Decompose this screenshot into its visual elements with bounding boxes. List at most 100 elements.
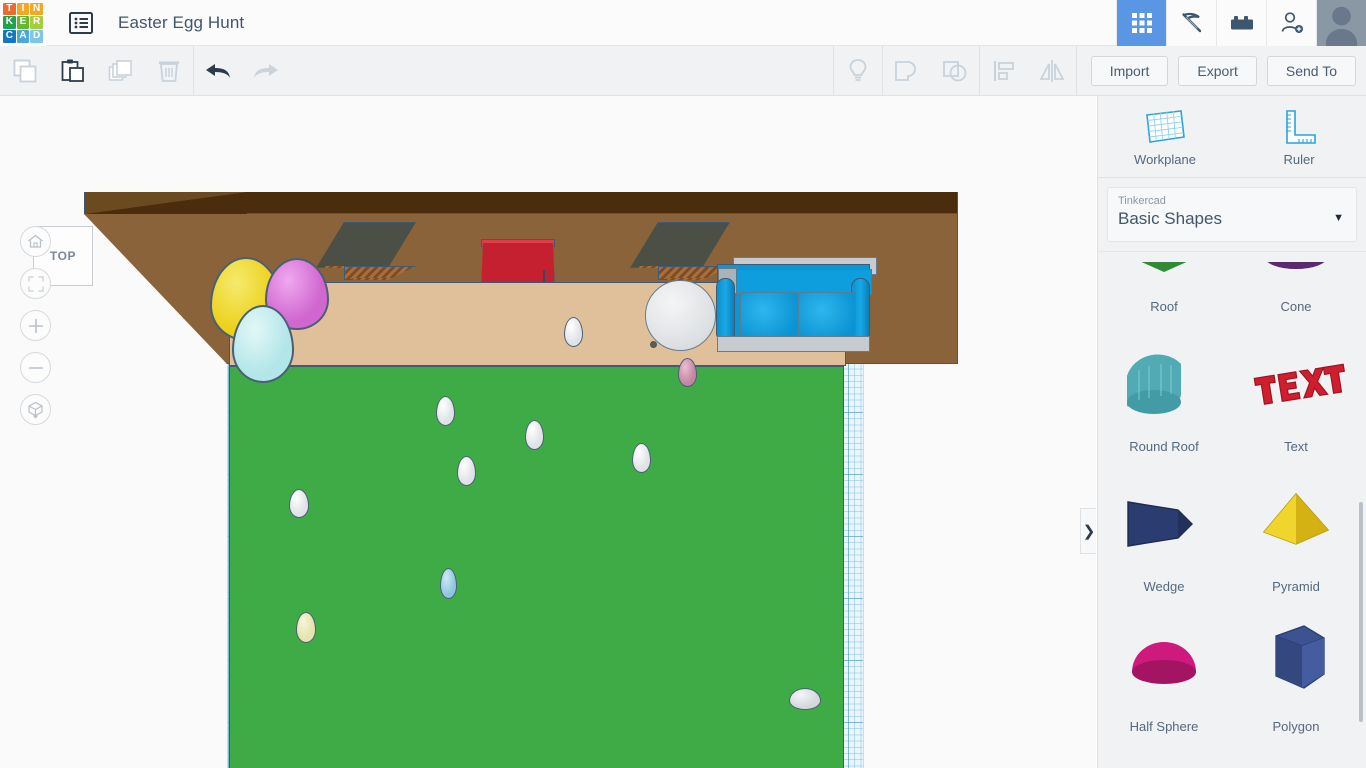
top-bar-right-icons — [1116, 0, 1366, 46]
shape-roof-icon — [1104, 262, 1224, 299]
shape-text[interactable]: Text — [1236, 324, 1356, 464]
egg-white-6[interactable] — [289, 489, 309, 518]
panel-tools-row: Workplane Ruler — [1098, 96, 1366, 178]
workplane-tool[interactable]: Workplane — [1098, 96, 1232, 177]
export-button[interactable]: Export — [1178, 55, 1257, 86]
copy-button[interactable] — [1, 46, 49, 96]
logo-letter: A — [16, 29, 30, 43]
logo-letter: T — [3, 2, 16, 16]
shape-round-roof[interactable]: Round Roof — [1104, 324, 1224, 464]
clipboard-group — [1, 46, 193, 96]
egg-white-2[interactable] — [436, 396, 455, 426]
apps-grid-icon[interactable] — [1116, 0, 1166, 46]
hint-lightbulb-icon[interactable] — [834, 46, 882, 96]
egg-white-3[interactable] — [525, 420, 544, 450]
sofa-base — [717, 336, 870, 352]
sofa-arm-left — [716, 278, 735, 342]
shape-library-dropdown[interactable]: Tinkercad Basic Shapes ▼ — [1107, 187, 1357, 242]
panel-divider — [1098, 251, 1366, 252]
egg-pink-1[interactable] — [678, 358, 697, 387]
user-avatar-icon[interactable] — [1316, 0, 1366, 46]
hint-group — [834, 46, 882, 96]
shape-pyramid-icon — [1236, 464, 1356, 579]
paste-button[interactable] — [49, 46, 97, 96]
ruler-tool-label: Ruler — [1283, 151, 1315, 167]
shape-text-label: Text — [1284, 439, 1308, 454]
logo-letter: R — [30, 16, 43, 29]
egg-flat-1[interactable] — [789, 688, 821, 710]
tinkercad-logo[interactable]: T I N K E R C A D — [0, 0, 46, 46]
shape-pyramid[interactable]: Pyramid — [1236, 464, 1356, 604]
send-to-button[interactable]: Send To — [1266, 55, 1356, 86]
shapes-row: Half Sphere Polygon — [1098, 604, 1366, 744]
logo-letter: I — [16, 2, 30, 16]
shapes-panel: Workplane Ruler Tinkercad Basic Shapes ▼… — [1097, 96, 1366, 768]
workplane-grid-icon — [1143, 107, 1187, 147]
3d-viewport[interactable]: Workplane TOP — [0, 96, 1096, 768]
edit-toolbar: Import Export Send To — [0, 45, 1366, 96]
import-button[interactable]: Import — [1090, 55, 1169, 86]
top-bar: T I N K E R C A D Easter Egg Hunt — [0, 0, 1366, 46]
logo-letter: E — [16, 16, 30, 29]
document-title[interactable]: Easter Egg Hunt — [118, 13, 244, 33]
ruler-icon — [1279, 107, 1319, 147]
shapes-grid[interactable]: Roof Cone Round Roof Text Wedge Pyramid … — [1098, 262, 1366, 768]
pickaxe-icon[interactable] — [1166, 0, 1216, 46]
shape-text-icon — [1236, 324, 1356, 439]
chevron-down-icon: ▼ — [1333, 212, 1344, 224]
group-ungroup-group — [883, 46, 979, 96]
align-button[interactable] — [980, 46, 1028, 96]
group-button[interactable] — [883, 46, 931, 96]
shape-round-roof-icon — [1104, 324, 1224, 439]
shapes-row: Wedge Pyramid — [1098, 464, 1366, 604]
logo-letter: D — [30, 29, 43, 43]
shape-pyramid-label: Pyramid — [1272, 579, 1320, 594]
delete-button[interactable] — [145, 46, 193, 96]
mirror-button[interactable] — [1028, 46, 1076, 96]
perspective-ortho-toggle[interactable] — [20, 394, 51, 425]
ruler-tool[interactable]: Ruler — [1232, 96, 1366, 177]
zoom-in-button[interactable] — [20, 310, 51, 341]
egg-white-4[interactable] — [632, 443, 651, 473]
shape-cone-icon — [1236, 262, 1356, 299]
shape-wedge[interactable]: Wedge — [1104, 464, 1224, 604]
shape-roof-label: Roof — [1150, 299, 1178, 314]
egg-white-5[interactable] — [457, 456, 476, 486]
logo-letter: C — [3, 29, 16, 43]
round-white-table[interactable] — [645, 280, 716, 351]
egg-white-1[interactable] — [564, 317, 583, 347]
collapse-panel-button[interactable]: ❯ — [1080, 508, 1096, 554]
shape-cone[interactable]: Cone — [1236, 262, 1356, 324]
shape-wedge-label: Wedge — [1143, 579, 1185, 594]
deck-dark-edge[interactable] — [84, 192, 958, 214]
history-group — [194, 46, 290, 96]
shape-half-sphere[interactable]: Half Sphere — [1104, 604, 1224, 744]
shapes-panel-scrollbar[interactable] — [1359, 502, 1363, 722]
list-menu-icon[interactable] — [58, 0, 104, 46]
add-person-icon[interactable] — [1266, 0, 1316, 46]
library-caption: Tinkercad — [1118, 195, 1166, 207]
shape-round-roof-label: Round Roof — [1129, 439, 1199, 454]
align-mirror-group — [980, 46, 1076, 96]
shape-roof[interactable]: Roof — [1104, 262, 1224, 324]
shape-polygon-label: Polygon — [1272, 719, 1320, 734]
ungroup-button[interactable] — [931, 46, 979, 96]
red-cabinet-handle — [543, 270, 545, 282]
shape-wedge-icon — [1104, 464, 1224, 579]
home-view-button[interactable] — [20, 226, 51, 257]
round-table-foot — [650, 341, 657, 348]
lego-brick-icon[interactable] — [1216, 0, 1266, 46]
shape-cone-label: Cone — [1280, 299, 1312, 314]
workplane-tool-label: Workplane — [1134, 151, 1196, 167]
egg-blue-1[interactable] — [440, 568, 457, 599]
undo-button[interactable] — [194, 46, 242, 96]
egg-cream-1[interactable] — [296, 612, 316, 643]
duplicate-button[interactable] — [97, 46, 145, 96]
tinkercad-app: T I N K E R C A D Easter Egg Hunt Import… — [0, 0, 1366, 768]
fit-to-view-button[interactable] — [20, 268, 51, 299]
library-value: Basic Shapes — [1118, 209, 1222, 229]
zoom-out-button[interactable] — [20, 352, 51, 383]
redo-button[interactable] — [242, 46, 290, 96]
shape-polygon-icon — [1236, 604, 1356, 719]
shape-polygon[interactable]: Polygon — [1236, 604, 1356, 744]
